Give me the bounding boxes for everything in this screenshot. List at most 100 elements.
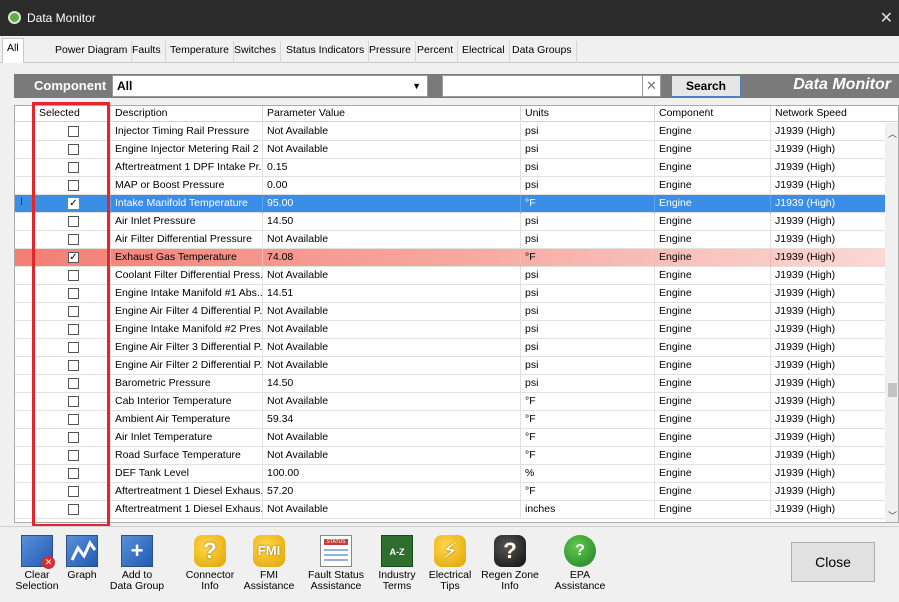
scroll-thumb[interactable] [888, 383, 897, 397]
tab-switches[interactable]: Switches [230, 41, 282, 63]
add-to-data-group-button[interactable]: + Add to Data Group [105, 535, 169, 592]
select-checkbox[interactable] [68, 342, 79, 353]
table-row[interactable]: Coolant Filter Differential Press... Not … [15, 267, 885, 285]
select-checkbox[interactable] [68, 270, 79, 281]
component-cell: Engine [655, 195, 771, 213]
regen-info-label: Info [501, 580, 519, 592]
table-row[interactable]: Aftertreatment 1 Diesel Exhaus... Not Ava… [15, 501, 885, 519]
units-cell: °F [521, 429, 655, 447]
clear-selection-button[interactable]: ✕ Clear Selection [8, 535, 66, 592]
table-row[interactable]: Road Surface Temperature Not Available °F E… [15, 447, 885, 465]
select-checkbox[interactable] [68, 162, 79, 173]
units-cell: psi [521, 267, 655, 285]
table-row[interactable]: Aftertreatment 1 DPF Intake Pr... 0.15 psi… [15, 159, 885, 177]
component-cell: Engine [655, 123, 771, 141]
description-cell: Cab Interior Temperature [111, 393, 263, 411]
tab-power-diagram[interactable]: Power Diagram [51, 41, 133, 63]
graph-button[interactable]: Graph [62, 535, 102, 581]
connector-info-button[interactable]: ? Connector Info [180, 535, 240, 592]
network-speed-cell: J1939 (High) [775, 467, 836, 479]
table-row[interactable]: DEF Tank Level 100.00% Engine J1939 (High) [15, 465, 885, 483]
units-cell: °F [521, 195, 655, 213]
header-component[interactable]: Component [655, 106, 771, 122]
tab-temperature[interactable]: Temperature [166, 41, 234, 63]
select-checkbox[interactable] [68, 180, 79, 191]
tab-all[interactable]: All [2, 38, 24, 64]
search-input[interactable] [442, 75, 643, 97]
tab-data-groups[interactable]: Data Groups [508, 41, 577, 63]
epa-assistance-button[interactable]: ? EPA Assistance [550, 535, 610, 592]
scroll-up-icon[interactable]: ︿ [888, 127, 897, 140]
table-row[interactable]: Air Filter Differential Pressure Not Avai… [15, 231, 885, 249]
tab-faults[interactable]: Faults [128, 41, 166, 63]
header-selected[interactable]: Selected [35, 106, 111, 122]
select-checkbox[interactable] [68, 126, 79, 137]
select-checkbox[interactable]: ✓ [68, 198, 79, 209]
table-row[interactable]: Cab Interior Temperature Not Available °F E… [15, 393, 885, 411]
close-window-icon[interactable]: ✕ [880, 8, 893, 28]
units-cell: psi [521, 375, 655, 393]
industry-terms-button[interactable]: A-Z Industry Terms [372, 535, 422, 592]
units-cell: psi [521, 123, 655, 141]
close-button[interactable]: Close [791, 542, 875, 582]
parameter-value-cell: 14.50 [263, 213, 521, 231]
select-checkbox[interactable] [68, 504, 79, 515]
table-row[interactable]: Air Inlet Pressure 14.50 psi Engine J1939 (H… [15, 213, 885, 231]
table-row[interactable]: Engine Air Filter 4 Differential P... Not… [15, 303, 885, 321]
table-row[interactable]: Engine Intake Manifold #1 Abs... 14.51 psi… [15, 285, 885, 303]
select-checkbox[interactable] [68, 378, 79, 389]
network-speed-cell: J1939 (High) [775, 449, 836, 461]
units-cell: °F [521, 393, 655, 411]
select-checkbox[interactable] [68, 360, 79, 371]
select-checkbox[interactable] [68, 450, 79, 461]
table-row[interactable]: Engine Intake Manifold #2 Pres... Not Ava… [15, 321, 885, 339]
select-checkbox[interactable] [68, 396, 79, 407]
table-row[interactable]: Barometric Pressure 14.50 psi Engine J1939 (… [15, 375, 885, 393]
tab-electrical[interactable]: Electrical [458, 41, 510, 63]
component-dropdown[interactable]: All ▼ [112, 75, 428, 97]
table-row[interactable]: Injector Timing Rail Pressure Not Availab… [15, 123, 885, 141]
fmi-assistance-button[interactable]: FMI FMI Assistance [240, 535, 298, 592]
table-row[interactable]: Engine Air Filter 3 Differential P... Not… [15, 339, 885, 357]
electrical-tips-button[interactable]: ⚡ Electrical Tips [424, 535, 476, 592]
tab-percent[interactable]: Percent [413, 41, 459, 63]
table-row[interactable]: Aftertreatment 1 Diesel Exhaus... 57.20 °F… [15, 483, 885, 501]
select-checkbox[interactable] [68, 468, 79, 479]
units-cell: psi [521, 303, 655, 321]
select-checkbox[interactable] [68, 324, 79, 335]
table-row[interactable]: MAP or Boost Pressure 0.00 psi Engine J1939 … [15, 177, 885, 195]
select-checkbox[interactable] [68, 144, 79, 155]
tab-status-indicators[interactable]: Status Indicators [282, 41, 370, 63]
select-checkbox[interactable] [68, 288, 79, 299]
header-units[interactable]: Units [521, 106, 655, 122]
network-speed-cell: J1939 (High) [775, 197, 836, 209]
select-checkbox[interactable] [68, 234, 79, 245]
search-button[interactable]: Search [671, 75, 741, 97]
table-row[interactable]: Ambient Air Temperature 59.34 °F Engine J193… [15, 411, 885, 429]
select-checkbox[interactable] [68, 486, 79, 497]
select-checkbox[interactable] [68, 432, 79, 443]
scroll-down-icon[interactable]: ﹀ [888, 509, 897, 522]
table-row[interactable]: Engine Injector Metering Rail 2 ... Not A… [15, 141, 885, 159]
header-parameter-value[interactable]: Parameter Value [263, 106, 521, 122]
fault-status-assistance-button[interactable]: STATUS Fault Status Assistance [302, 535, 370, 592]
table-row[interactable]: I ✓ Intake Manifold Temperature 95.00 °F Engi… [15, 195, 885, 213]
selected-cell: ✓ [35, 195, 111, 213]
clear-search-icon[interactable]: ✕ [643, 75, 661, 97]
fmi-question-icon: FMI [253, 535, 285, 567]
header-network-speed[interactable]: Network Speed [771, 106, 885, 122]
selected-cell [35, 321, 111, 339]
select-checkbox[interactable]: ✓ [68, 252, 79, 263]
select-checkbox[interactable] [68, 216, 79, 227]
tab-pressure[interactable]: Pressure [365, 41, 417, 63]
select-checkbox[interactable] [68, 306, 79, 317]
table-row[interactable]: Engine Air Filter 2 Differential P... Not… [15, 357, 885, 375]
header-description[interactable]: Description [111, 106, 263, 122]
select-checkbox[interactable] [68, 414, 79, 425]
table-row[interactable]: ✓ Exhaust Gas Temperature 74.08 °F Engine J19… [15, 249, 885, 267]
regen-zone-info-button[interactable]: ? Regen Zone Info [478, 535, 542, 592]
units-cell: psi [521, 285, 655, 303]
vertical-scrollbar[interactable]: ︿ ﹀ [885, 123, 898, 522]
selected-cell [35, 285, 111, 303]
table-row[interactable]: Air Inlet Temperature Not Available °F Engi… [15, 429, 885, 447]
